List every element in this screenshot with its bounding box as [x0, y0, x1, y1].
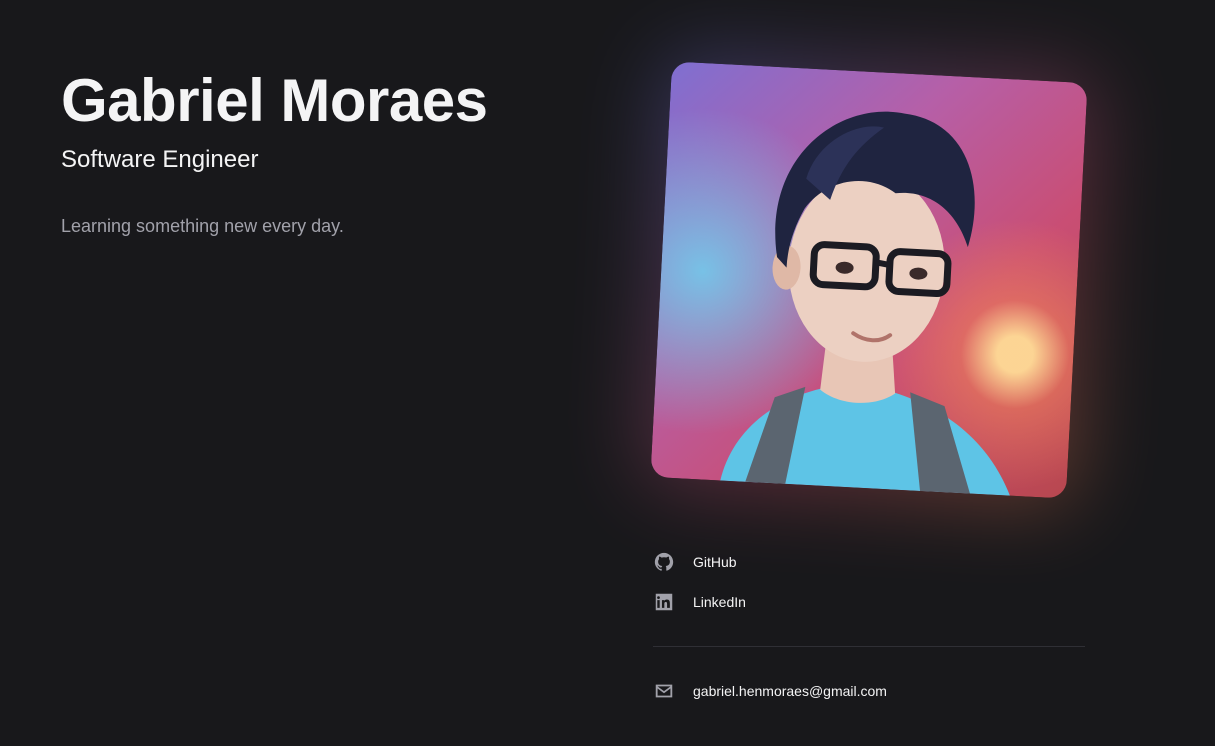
github-link[interactable]: GitHub	[653, 548, 1085, 576]
mail-icon	[653, 680, 675, 702]
github-link-label: GitHub	[693, 554, 737, 570]
job-title: Software Engineer	[61, 146, 259, 173]
email-address: gabriel.henmoraes@gmail.com	[693, 683, 887, 699]
portrait-card	[639, 50, 1099, 510]
social-link-item: LinkedIn	[653, 588, 1085, 616]
avatar-illustration	[720, 111, 1010, 496]
social-link-item: GitHub	[653, 548, 1085, 576]
avatar	[650, 61, 1088, 499]
linkedin-link[interactable]: LinkedIn	[653, 588, 1085, 616]
email-link[interactable]: gabriel.henmoraes@gmail.com	[653, 677, 887, 705]
page-title: Gabriel Moraes	[61, 67, 488, 134]
github-icon	[653, 551, 675, 573]
linkedin-link-label: LinkedIn	[693, 594, 746, 610]
linkedin-icon	[653, 591, 675, 613]
social-links: GitHub LinkedIn	[653, 548, 1085, 628]
divider	[653, 646, 1085, 647]
tagline: Learning something new every day.	[61, 216, 344, 236]
